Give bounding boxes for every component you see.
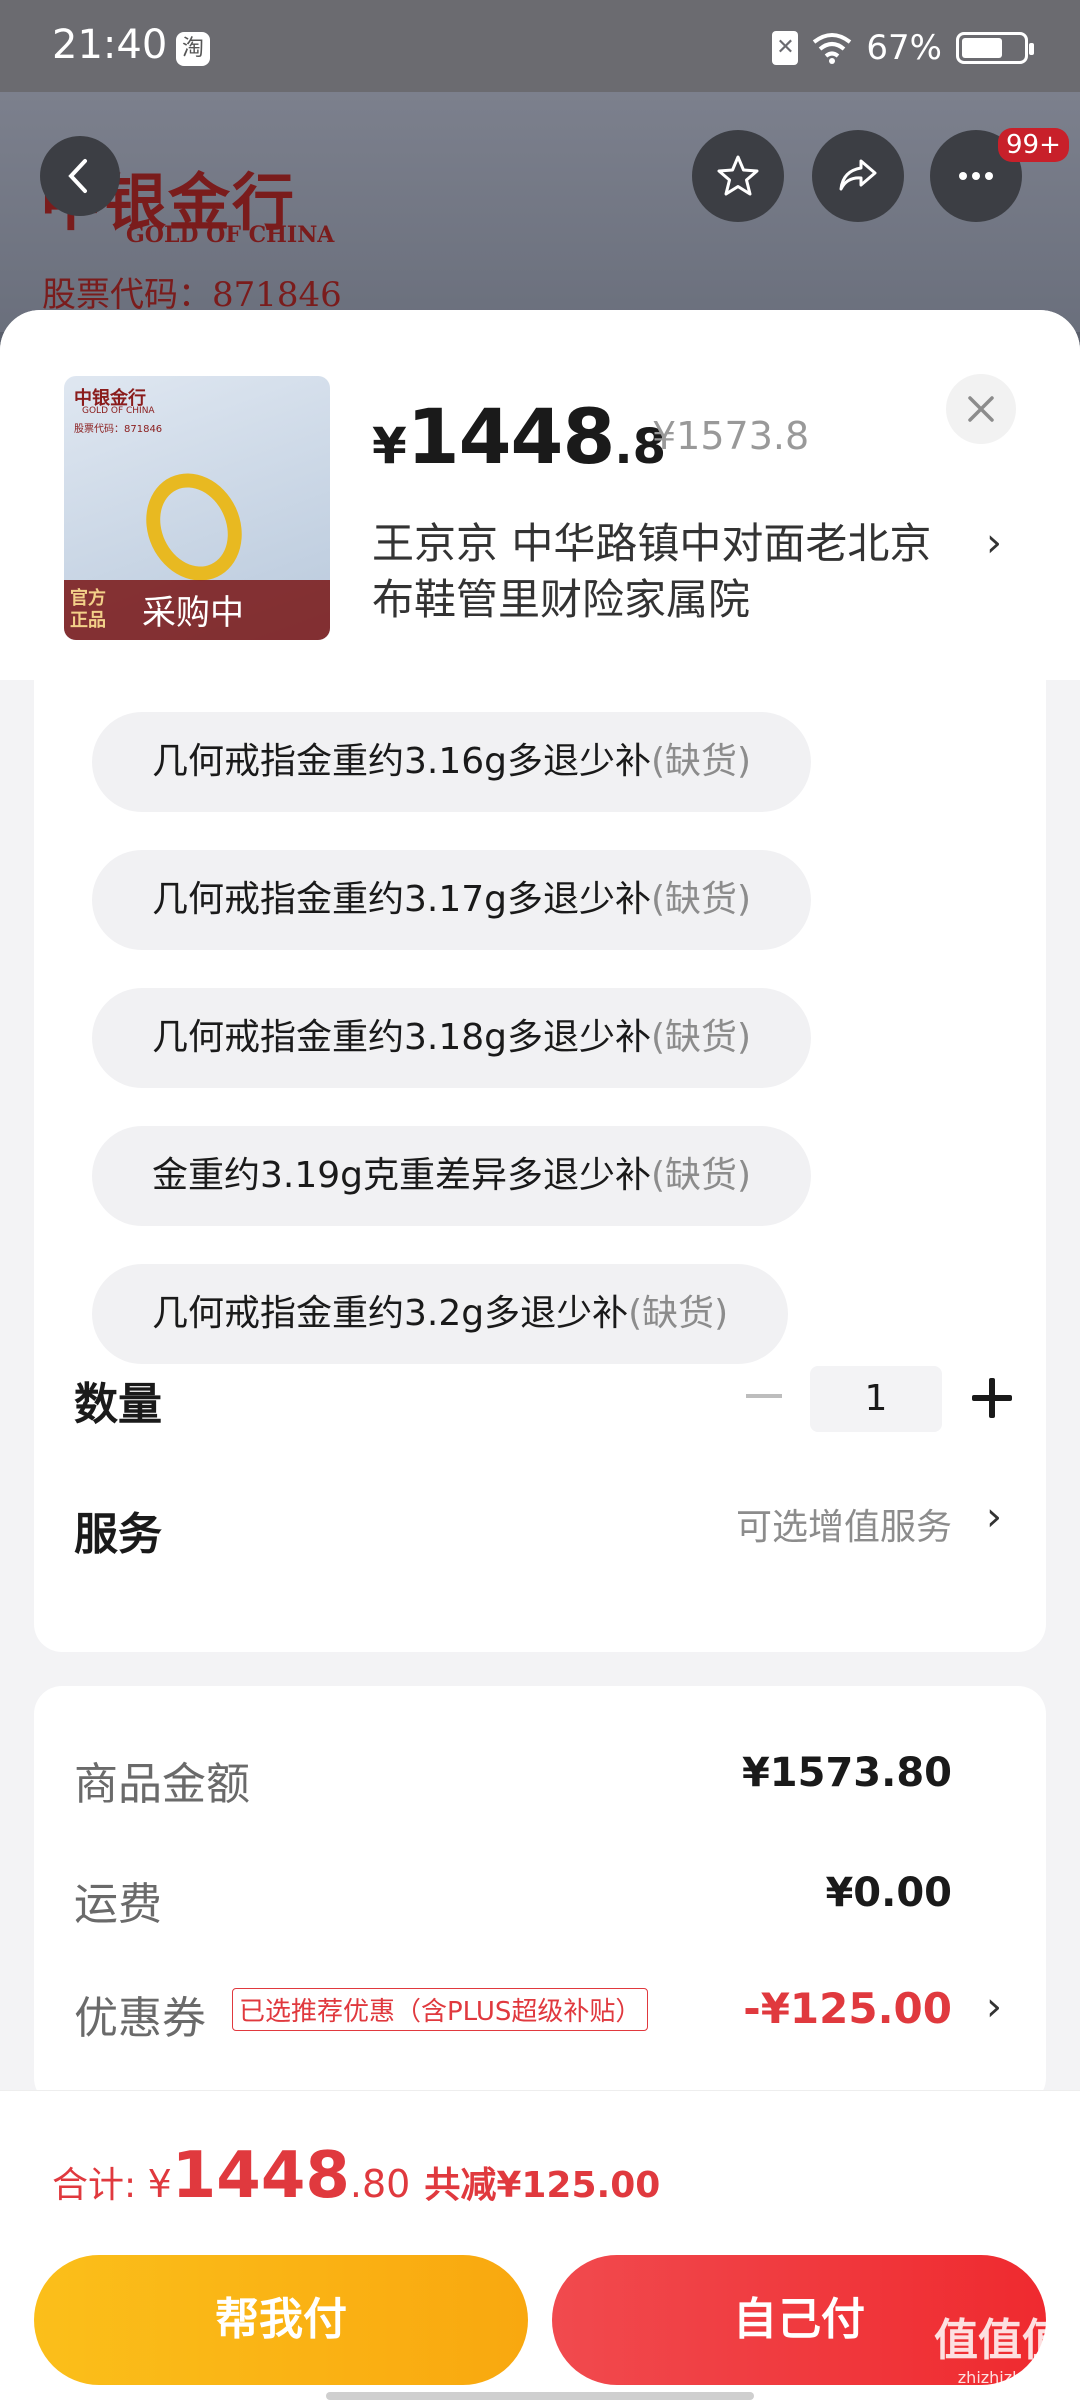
buying-tag: 采购中 bbox=[142, 593, 244, 633]
sheet-header: 中银金行 GOLD OF CHINA 股票代码：871846 官方 正品 采购中… bbox=[0, 310, 1080, 680]
ring-image bbox=[129, 457, 259, 597]
variant-label: 金重约3.19g克重差异多退少补 bbox=[152, 1155, 652, 1196]
brand-logo-en: GOLD OF CHINA bbox=[126, 222, 335, 248]
home-indicator[interactable] bbox=[326, 2392, 754, 2400]
stock-code: 股票代码：871846 bbox=[42, 275, 342, 315]
share-button[interactable] bbox=[812, 130, 904, 222]
shipping-label: 运费 bbox=[74, 1879, 162, 1930]
variant-status: (缺货) bbox=[628, 1293, 729, 1334]
share-icon bbox=[839, 159, 877, 191]
status-bar: 21:40 淘 ✕ 67% bbox=[0, 0, 1080, 92]
coupon-chevron-icon[interactable]: › bbox=[986, 1984, 1002, 2030]
variant-chip[interactable]: 几何戒指金重约3.2g多退少补(缺货) bbox=[92, 1264, 789, 1364]
total-integer: 1448 bbox=[171, 2139, 350, 2213]
total-symbol: ¥ bbox=[147, 2162, 172, 2206]
goods-amount-value: ¥1573.80 bbox=[741, 1750, 952, 1796]
watermark: 值值值 zhizhizhi.com bbox=[934, 2304, 1066, 2387]
product-page-background: 中银金行 GOLD OF CHINA 股票代码：871846 99+ bbox=[0, 92, 1080, 332]
chevron-left-icon bbox=[68, 159, 87, 193]
quantity-label: 数量 bbox=[74, 1379, 162, 1430]
watermark-text: 值值值 bbox=[934, 2315, 1066, 2366]
variant-chip[interactable]: 金重约3.19g克重差异多退少补(缺货) bbox=[92, 1126, 812, 1226]
price-integer: 1448 bbox=[406, 392, 616, 481]
options-card: 几何戒指金重约3.16g多退少补(缺货) 几何戒指金重约3.17g多退少补(缺货… bbox=[34, 680, 1046, 1652]
purchase-sheet: 中银金行 GOLD OF CHINA 股票代码：871846 官方 正品 采购中… bbox=[0, 310, 1080, 2400]
coupon-tag: 已选推荐优惠（含PLUS超级补贴） bbox=[232, 1988, 649, 2031]
variant-label: 几何戒指金重约3.16g多退少补 bbox=[152, 741, 652, 782]
price-symbol: ¥ bbox=[372, 417, 407, 475]
sim-icon: ✕ bbox=[772, 31, 799, 65]
coupon-value[interactable]: -¥125.00 bbox=[743, 1984, 952, 2033]
thumb-code: 股票代码：871846 bbox=[74, 424, 163, 435]
variant-chip[interactable]: 几何戒指金重约3.16g多退少补(缺货) bbox=[92, 712, 812, 812]
status-right: ✕ 67% bbox=[772, 26, 1034, 70]
variant-status: (缺货) bbox=[651, 1017, 752, 1058]
variant-label: 几何戒指金重约3.17g多退少补 bbox=[152, 879, 652, 920]
total-decimal: .80 bbox=[349, 2162, 411, 2206]
back-button[interactable] bbox=[40, 136, 120, 216]
current-price: ¥1448.8 bbox=[372, 392, 666, 481]
coupon-label: 优惠券 bbox=[74, 1993, 206, 2044]
help-pay-button[interactable]: 帮我付 bbox=[34, 2255, 528, 2385]
shipping-value: ¥0.00 bbox=[825, 1870, 952, 1916]
quantity-input[interactable]: 1 bbox=[810, 1366, 942, 1432]
more-icon bbox=[959, 172, 993, 180]
wifi-icon bbox=[813, 33, 852, 64]
service-value[interactable]: 可选增值服务 bbox=[736, 1498, 952, 1550]
close-icon bbox=[968, 396, 994, 422]
variant-chip[interactable]: 几何戒指金重约3.17g多退少补(缺货) bbox=[92, 850, 812, 950]
battery-icon bbox=[956, 32, 1034, 64]
variant-status: (缺货) bbox=[651, 741, 752, 782]
favorite-button[interactable] bbox=[692, 130, 784, 222]
status-time: 21:40 bbox=[52, 22, 168, 68]
variant-status: (缺货) bbox=[651, 1155, 752, 1196]
variant-label: 几何戒指金重约3.18g多退少补 bbox=[152, 1017, 652, 1058]
service-label: 服务 bbox=[74, 1509, 162, 1560]
star-icon bbox=[717, 155, 759, 196]
variant-chip[interactable]: 几何戒指金重约3.18g多退少补(缺货) bbox=[92, 988, 812, 1088]
watermark-sub: zhizhizhi.com bbox=[957, 2368, 1066, 2387]
total-label: 合计: bbox=[52, 2165, 148, 2206]
close-button[interactable] bbox=[946, 374, 1016, 444]
official-tag: 官方 正品 bbox=[70, 588, 106, 631]
variant-label: 几何戒指金重约3.2g多退少补 bbox=[152, 1293, 629, 1334]
price-summary-card: 商品金额 ¥1573.80 运费 ¥0.00 优惠券 已选推荐优惠（含PLUS超… bbox=[34, 1686, 1046, 2106]
original-price: ¥1573.8 bbox=[652, 414, 810, 458]
thumb-logo-en: GOLD OF CHINA bbox=[82, 406, 155, 416]
variant-status: (缺货) bbox=[651, 879, 752, 920]
quantity-increase-button[interactable] bbox=[966, 1370, 1022, 1426]
total-amount: 合计: ¥1448.80 共减¥125.00 bbox=[52, 2139, 660, 2213]
checkout-footer: 合计: ¥1448.80 共减¥125.00 帮我付 自己付 值值值 zhizhi… bbox=[0, 2090, 1080, 2400]
address-chevron-icon[interactable]: › bbox=[986, 520, 1002, 566]
product-thumbnail[interactable]: 中银金行 GOLD OF CHINA 股票代码：871846 官方 正品 采购中 bbox=[64, 376, 330, 640]
delivery-address[interactable]: 王京京 中华路镇中对面老北京布鞋管里财险家属院 bbox=[372, 516, 972, 628]
notification-badge: 99+ bbox=[998, 128, 1069, 162]
goods-amount-label: 商品金额 bbox=[74, 1759, 250, 1810]
taobao-app-icon: 淘 bbox=[176, 32, 210, 66]
service-chevron-icon[interactable]: › bbox=[986, 1494, 1002, 1540]
quantity-decrease-button[interactable] bbox=[746, 1394, 782, 1398]
total-saved: 共减¥125.00 bbox=[424, 2165, 661, 2206]
battery-percent: 67% bbox=[866, 28, 942, 68]
